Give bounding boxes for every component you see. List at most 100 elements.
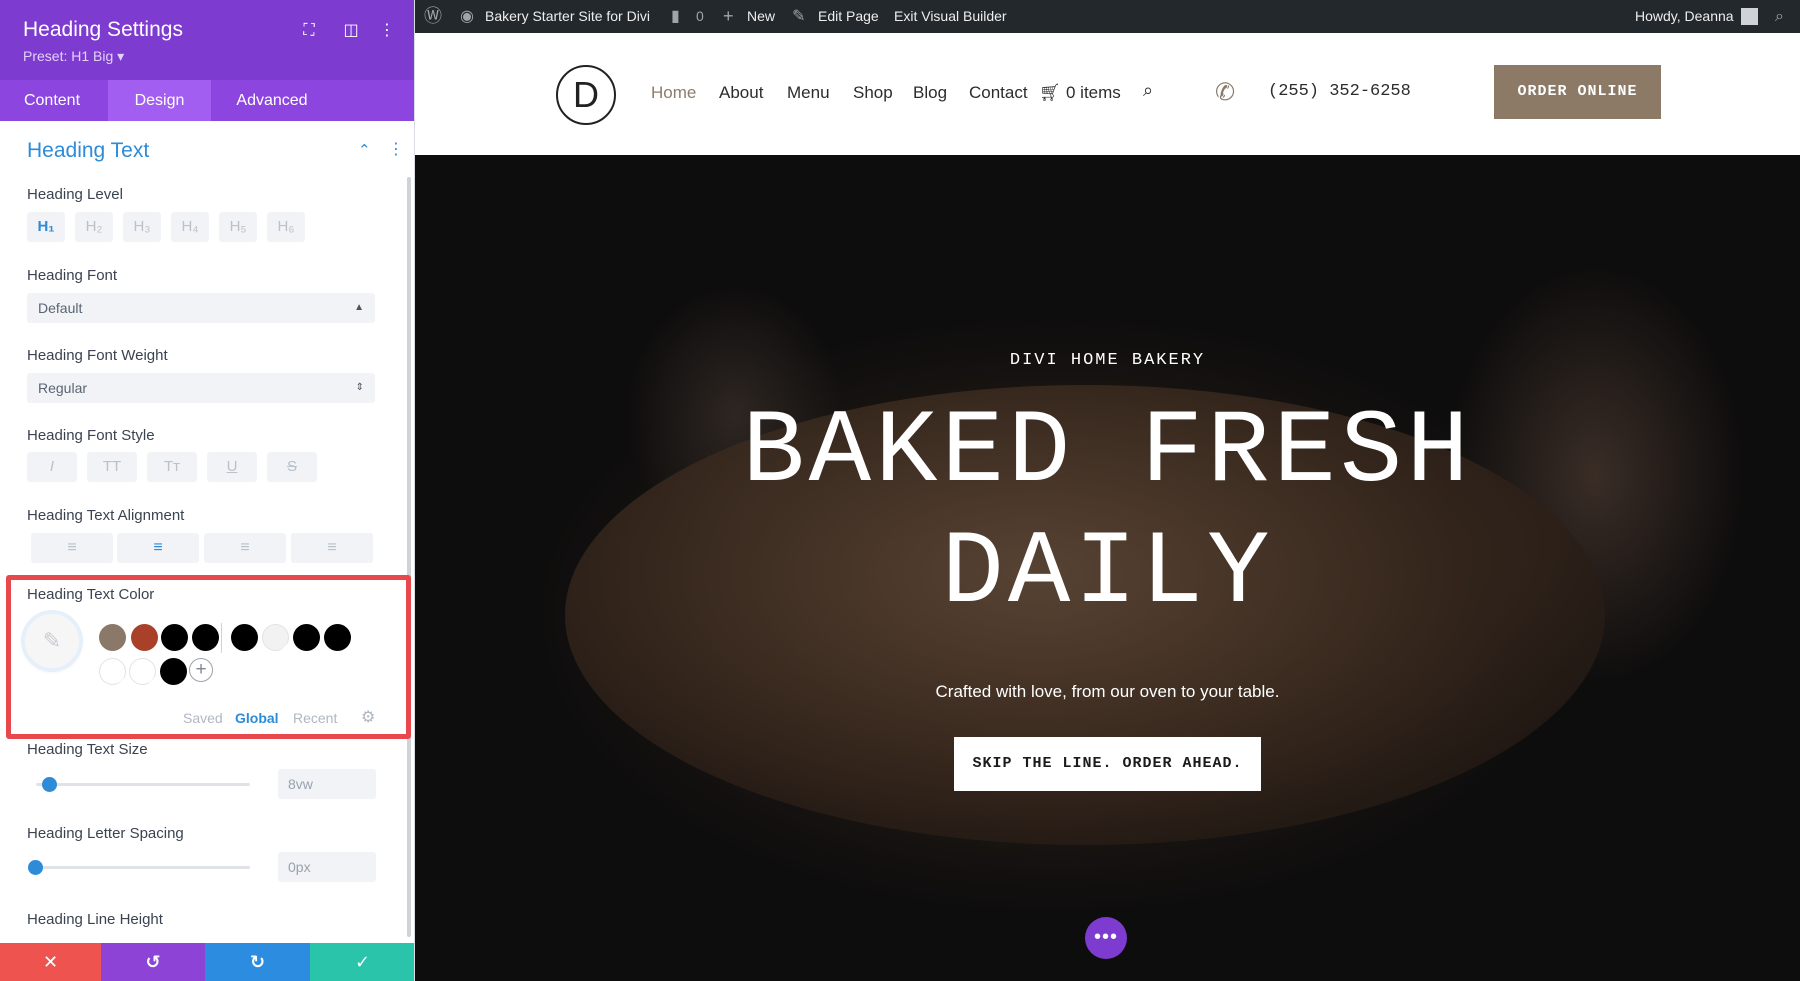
fullscreen-icon[interactable]: ⛶ bbox=[298, 20, 320, 42]
admin-bar: Ⓦ ◉ Bakery Starter Site for Divi ▮ 0 + N… bbox=[415, 0, 1800, 33]
color-swatch[interactable] bbox=[161, 624, 189, 652]
site-name-link[interactable]: Bakery Starter Site for Divi bbox=[485, 0, 650, 33]
more-options-icon[interactable]: ⋮ bbox=[376, 20, 398, 42]
panel-scrollbar[interactable] bbox=[407, 177, 411, 937]
dashboard-icon[interactable]: ◉ bbox=[460, 0, 474, 33]
underline-button[interactable]: U bbox=[207, 452, 257, 482]
nav-item-blog[interactable]: Blog bbox=[913, 83, 947, 103]
panel-body: Heading Text ⌃ ⋮ Heading Level H₁ H₂ H₃ … bbox=[0, 121, 414, 943]
site-header: D Home About Menu Shop Blog Contact 🛒︎ 0… bbox=[415, 33, 1800, 155]
split-view-icon[interactable]: ◫ bbox=[340, 20, 362, 42]
eyedropper-icon[interactable]: ✎ bbox=[25, 614, 79, 668]
comments-count[interactable]: 0 bbox=[696, 0, 704, 33]
heading-level-h1[interactable]: H₁ bbox=[27, 212, 65, 242]
color-swatch[interactable] bbox=[293, 624, 321, 652]
heading-level-h5[interactable]: H₅ bbox=[219, 212, 257, 242]
search-icon[interactable]: ⌕ bbox=[1775, 0, 1784, 33]
nav-item-contact[interactable]: Contact bbox=[969, 83, 1028, 103]
heading-text-size-slider[interactable] bbox=[36, 783, 250, 786]
heading-letter-spacing-knob[interactable] bbox=[28, 860, 43, 875]
nav-item-about[interactable]: About bbox=[719, 83, 763, 103]
heading-text-size-knob[interactable] bbox=[42, 777, 57, 792]
nav-item-home[interactable]: Home bbox=[651, 83, 696, 103]
color-swatch[interactable] bbox=[131, 624, 159, 652]
group-title[interactable]: Heading Text bbox=[27, 139, 149, 163]
discard-button[interactable]: ✕ bbox=[0, 943, 101, 981]
color-swatch[interactable] bbox=[262, 624, 289, 651]
color-tab-recent[interactable]: Recent bbox=[293, 710, 337, 726]
align-justify-icon[interactable]: ≡ bbox=[291, 533, 373, 563]
order-online-button[interactable]: ORDER ONLINE bbox=[1494, 65, 1661, 119]
heading-level-h2[interactable]: H₂ bbox=[75, 212, 113, 242]
heading-text-size-label: Heading Text Size bbox=[27, 741, 148, 758]
hero-title-line-2: DAILY bbox=[941, 515, 1274, 633]
color-swatch[interactable] bbox=[99, 658, 126, 685]
heading-font-weight-select[interactable]: Regular ⇕ bbox=[27, 373, 375, 403]
swatch-divider bbox=[221, 623, 222, 653]
save-button[interactable]: ✓ bbox=[310, 943, 414, 981]
heading-level-h6[interactable]: H₆ bbox=[267, 212, 305, 242]
heading-level-label: Heading Level bbox=[27, 186, 123, 203]
heading-text-size-input[interactable]: 8vw bbox=[278, 769, 376, 799]
hero-cta-button[interactable]: SKIP THE LINE. ORDER AHEAD. bbox=[954, 737, 1261, 791]
heading-level-h4[interactable]: H₄ bbox=[171, 212, 209, 242]
color-swatch[interactable] bbox=[324, 624, 352, 652]
heading-font-label: Heading Font bbox=[27, 267, 118, 284]
heading-font-weight-label: Heading Font Weight bbox=[27, 347, 168, 364]
heading-text-alignment-label: Heading Text Alignment bbox=[27, 507, 185, 524]
align-left-icon[interactable]: ≡ bbox=[31, 533, 113, 563]
tab-content[interactable]: Content bbox=[0, 80, 104, 121]
panel-footer: ✕ ↺ ↻ ✓ bbox=[0, 943, 414, 981]
color-tab-global[interactable]: Global bbox=[235, 710, 279, 726]
italic-button[interactable]: I bbox=[27, 452, 77, 482]
edit-page-link[interactable]: Edit Page bbox=[818, 0, 879, 33]
chevron-up-icon[interactable]: ⌃ bbox=[358, 141, 371, 159]
exit-visual-builder-link[interactable]: Exit Visual Builder bbox=[894, 0, 1007, 33]
capitalize-button[interactable]: Tт bbox=[147, 452, 197, 482]
nav-item-menu[interactable]: Menu bbox=[787, 83, 830, 103]
tab-advanced[interactable]: Advanced bbox=[221, 80, 323, 121]
color-swatch[interactable] bbox=[231, 624, 259, 652]
avatar[interactable] bbox=[1741, 8, 1758, 25]
tab-design[interactable]: Design bbox=[108, 80, 211, 121]
cart-link[interactable]: 0 items bbox=[1066, 83, 1121, 103]
undo-button[interactable]: ↺ bbox=[101, 943, 205, 981]
howdy-user[interactable]: Howdy, Deanna bbox=[1635, 0, 1734, 33]
heading-font-select[interactable]: Default ▲ bbox=[27, 293, 375, 323]
panel-title: Heading Settings bbox=[23, 18, 183, 41]
color-swatch[interactable] bbox=[129, 658, 156, 685]
comments-icon[interactable]: ▮ bbox=[671, 0, 680, 33]
align-right-icon[interactable]: ≡ bbox=[204, 533, 286, 563]
site-logo[interactable]: D bbox=[556, 65, 616, 125]
heading-level-h3[interactable]: H₃ bbox=[123, 212, 161, 242]
strikethrough-button[interactable]: S bbox=[267, 452, 317, 482]
wordpress-logo-icon[interactable]: Ⓦ bbox=[424, 0, 442, 33]
select-arrows-icon: ⇕ bbox=[355, 382, 364, 393]
builder-menu-button[interactable]: ••• bbox=[1085, 917, 1127, 959]
color-swatch[interactable] bbox=[192, 624, 220, 652]
pencil-icon[interactable]: ✎ bbox=[792, 0, 805, 33]
new-link[interactable]: New bbox=[747, 0, 775, 33]
color-swatch[interactable] bbox=[99, 624, 127, 652]
add-color-icon[interactable]: + bbox=[189, 658, 213, 682]
phone-number[interactable]: (255) 352-6258 bbox=[1268, 82, 1411, 101]
uppercase-button[interactable]: TT bbox=[87, 452, 137, 482]
heading-letter-spacing-slider[interactable] bbox=[36, 866, 250, 869]
preset-selector[interactable]: Preset: H1 Big ▾ bbox=[23, 48, 124, 65]
align-center-icon[interactable]: ≡ bbox=[117, 533, 199, 563]
nav-item-shop[interactable]: Shop bbox=[853, 83, 893, 103]
gear-icon[interactable]: ⚙ bbox=[361, 707, 375, 727]
hero-title[interactable]: BAKED FRESH DAILY bbox=[415, 393, 1800, 635]
color-tab-saved[interactable]: Saved bbox=[183, 710, 223, 726]
settings-panel: Heading Settings Preset: H1 Big ▾ ⛶ ◫ ⋮ … bbox=[0, 0, 415, 981]
heading-font-weight-value: Regular bbox=[38, 380, 88, 396]
redo-button[interactable]: ↻ bbox=[205, 943, 310, 981]
hero-eyebrow: DIVI HOME BAKERY bbox=[1009, 351, 1206, 370]
group-more-icon[interactable]: ⋮ bbox=[388, 139, 404, 159]
search-icon[interactable]: ⌕ bbox=[1143, 80, 1153, 101]
color-swatch[interactable] bbox=[160, 658, 188, 686]
heading-letter-spacing-input[interactable]: 0px bbox=[278, 852, 376, 882]
heading-letter-spacing-label: Heading Letter Spacing bbox=[27, 825, 184, 842]
plus-icon[interactable]: + bbox=[723, 0, 734, 33]
cart-icon[interactable]: 🛒︎ bbox=[1039, 83, 1061, 103]
